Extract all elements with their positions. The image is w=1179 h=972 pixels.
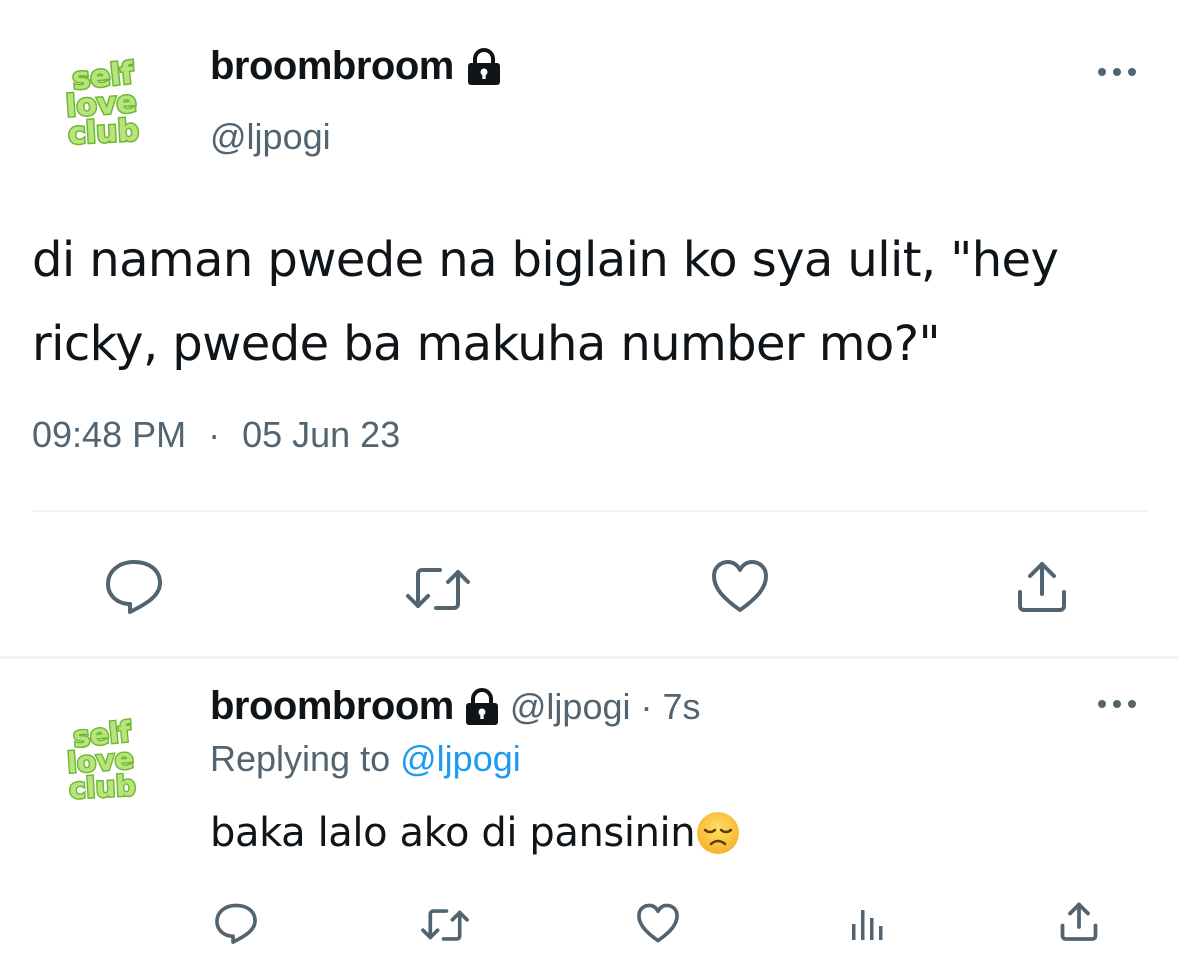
display-name-text[interactable]: broombroom [210,44,454,89]
like-icon[interactable] [710,558,770,614]
self-love-club-logo-icon: self love club [65,714,138,807]
logo-word-club: club [68,769,136,805]
replying-to: Replying to @ljpogi [210,738,521,780]
share-icon[interactable] [1014,558,1070,614]
replying-to-mention[interactable]: @ljpogi [400,738,521,779]
more-options-icon[interactable] [1097,698,1137,710]
self-love-club-logo-icon: self love club [63,54,141,153]
tweet-thread: self love club broombroom @ljpogi di nam… [0,0,1179,972]
retweet-icon[interactable] [404,564,472,614]
lock-icon [466,47,502,86]
meta-separator: · [640,685,653,727]
meta-separator: · [208,414,221,455]
display-name[interactable]: broombroom [210,44,502,89]
retweet-icon[interactable] [420,906,470,944]
tweet-time: 09:48 PM [32,414,187,455]
divider [0,656,1179,659]
reply-header: broombroom @ljpogi · 7s [210,684,701,729]
reply-text: baka lalo ako di pansinin [210,810,696,856]
tweet-time-ago[interactable]: 7s [662,686,700,728]
views-icon[interactable] [850,906,888,942]
more-options-icon[interactable] [1097,66,1137,78]
tweet-date: 05 Jun 23 [242,414,401,455]
avatar[interactable]: self love club [52,52,156,156]
disappointed-face-emoji-icon [695,810,741,856]
reply-icon[interactable] [104,558,164,614]
share-icon[interactable] [1058,900,1100,942]
tweet-text: di naman pwede na biglain ko sya ulit, "… [32,232,1059,372]
display-name-text[interactable]: broombroom [210,684,454,729]
avatar[interactable]: self love club [54,712,152,810]
replying-to-label: Replying to [210,738,391,779]
reply-actions [0,898,1179,948]
reply-icon[interactable] [214,902,258,944]
user-handle[interactable]: @ljpogi [210,116,331,158]
lock-icon [464,687,500,726]
reply-tweet-text: baka lalo ako di pansinin [210,810,741,856]
like-icon[interactable] [636,902,680,944]
user-handle[interactable]: @ljpogi [510,686,631,728]
tweet-actions [0,554,1179,618]
logo-word-club: club [67,113,140,152]
tweet-timestamp[interactable]: 09:48 PM · 05 Jun 23 [32,414,400,456]
divider [32,510,1147,512]
